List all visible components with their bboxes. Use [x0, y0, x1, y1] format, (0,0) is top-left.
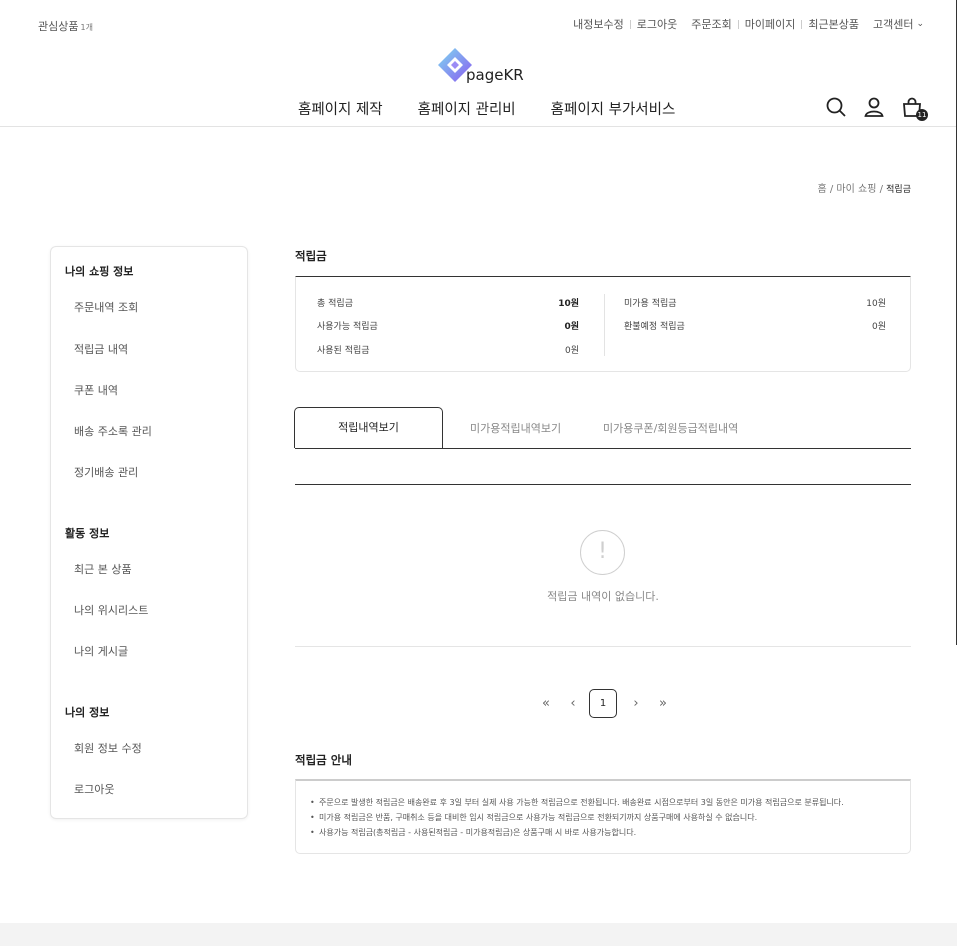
first-page-icon[interactable]: «: [535, 696, 557, 711]
sidebar-item-subscription[interactable]: 정기배송 관리: [74, 464, 138, 480]
site-logo[interactable]: pageKR: [437, 47, 527, 87]
last-page-icon[interactable]: »: [652, 696, 674, 711]
recent-products-link[interactable]: 최근본상품: [808, 16, 859, 32]
refund-mileage-label: 환불예정 적립금: [624, 322, 685, 332]
guide-item: 사용가능 적립금(총적립금 - 사용된적립금 - 미가용적립금)은 상품구매 시…: [310, 825, 910, 840]
total-mileage-label: 총 적립금: [317, 299, 353, 309]
sidebar-item-recent[interactable]: 최근 본 상품: [74, 561, 132, 577]
list-header-line: [295, 484, 911, 485]
nav-homepage-build[interactable]: 홈페이지 제작: [298, 98, 383, 119]
sidebar-item-edit-profile[interactable]: 회원 정보 수정: [74, 740, 142, 756]
sidebar-item-orders[interactable]: 주문내역 조회: [74, 299, 138, 315]
tab-unavailable-history[interactable]: 미가용적립내역보기: [470, 420, 561, 436]
unavailable-mileage-value: 10원: [866, 299, 886, 309]
pagination: « ‹ 1 › »: [535, 689, 679, 718]
unavailable-mileage-label: 미가용 적립금: [624, 299, 677, 309]
page-number[interactable]: 1: [589, 689, 617, 718]
nav-homepage-addons[interactable]: 홈페이지 부가서비스: [551, 98, 676, 119]
sidebar-item-posts[interactable]: 나의 게시글: [74, 643, 128, 659]
edit-profile-link[interactable]: 내정보수정: [573, 16, 624, 32]
sidebar-item-wishlist[interactable]: 나의 위시리스트: [74, 602, 148, 618]
next-page-icon[interactable]: ›: [625, 696, 647, 711]
mileage-summary: 총 적립금 10원 사용가능 적립금 0원 사용된 적립금 0원 미가용 적립금…: [295, 276, 911, 372]
support-link[interactable]: 고객센터: [873, 16, 913, 32]
list-footer-line: [295, 646, 911, 647]
sidebar-item-coupons[interactable]: 쿠폰 내역: [74, 382, 118, 398]
exclamation-icon: !: [580, 530, 625, 575]
chevron-down-icon: ⌄: [916, 19, 924, 29]
sidebar-heading-account: 나의 정보: [65, 706, 110, 719]
empty-message: 적립금 내역이 없습니다.: [547, 590, 659, 603]
logout-link[interactable]: 로그아웃: [637, 16, 677, 32]
tab-coupon-grade-history[interactable]: 미가용쿠폰/회원등급적립내역: [603, 420, 738, 436]
mileage-guide: 주문으로 발생한 적립금은 배송완료 후 3일 부터 실제 사용 가능한 적립금…: [295, 779, 911, 854]
tabs-underline: [295, 448, 911, 449]
breadcrumb-mypage[interactable]: 마이 쇼핑: [836, 184, 876, 195]
sidebar-item-mileage[interactable]: 적립금 내역: [74, 341, 128, 357]
cart-icon[interactable]: 11: [901, 96, 928, 121]
available-mileage-value: 0원: [564, 322, 579, 332]
prev-page-icon[interactable]: ‹: [562, 696, 584, 711]
divider: [629, 19, 631, 29]
mypage-link[interactable]: 마이페이지: [745, 16, 796, 32]
main-nav: 홈페이지 제작 홈페이지 관리비 홈페이지 부가서비스: [298, 98, 710, 119]
used-mileage-label: 사용된 적립금: [317, 346, 370, 356]
logo-text: pageKR: [466, 66, 524, 84]
breadcrumb: 홈 / 마이 쇼핑 / 적립금: [817, 184, 911, 195]
breadcrumb-home[interactable]: 홈: [817, 184, 826, 195]
mypage-sidebar: 나의 쇼핑 정보 주문내역 조회 적립금 내역 쿠폰 내역 배송 주소록 관리 …: [50, 246, 248, 819]
user-icon[interactable]: [863, 96, 885, 118]
tab-mileage-history[interactable]: 적립내역보기: [294, 407, 443, 448]
page-title: 적립금: [295, 249, 327, 263]
available-mileage-label: 사용가능 적립금: [317, 322, 378, 332]
cart-count-badge: 11: [916, 109, 928, 121]
refund-mileage-value: 0원: [871, 322, 886, 332]
wishlist-count: 1개: [80, 23, 93, 32]
guide-title: 적립금 안내: [295, 753, 352, 767]
used-mileage-value: 0원: [564, 346, 579, 356]
header-divider: [0, 126, 957, 127]
wishlist-link[interactable]: 관심상품 1개: [38, 18, 93, 34]
summary-divider: [604, 294, 605, 356]
sidebar-heading-activity: 활동 정보: [65, 527, 110, 540]
sidebar-item-addresses[interactable]: 배송 주소록 관리: [74, 423, 152, 439]
total-mileage-value: 10원: [558, 299, 579, 309]
header-icons: 11: [809, 96, 928, 121]
order-lookup-link[interactable]: 주문조회: [691, 16, 731, 32]
sidebar-item-logout[interactable]: 로그아웃: [74, 781, 114, 797]
wishlist-label: 관심상품: [38, 20, 79, 33]
divider: [801, 19, 803, 29]
util-nav: 내정보수정 로그아웃 주문조회 마이페이지 최근본상품 고객센터 ⌄: [573, 16, 924, 32]
search-icon[interactable]: [825, 96, 847, 118]
breadcrumb-current: 적립금: [886, 185, 911, 195]
sidebar-heading-shopping: 나의 쇼핑 정보: [65, 265, 134, 278]
footer: [0, 923, 957, 946]
guide-item: 미가용 적립금은 반품, 구매취소 등을 대비한 임시 적립금으로 사용가능 적…: [310, 810, 910, 825]
nav-homepage-maintenance[interactable]: 홈페이지 관리비: [418, 98, 516, 119]
guide-item: 주문으로 발생한 적립금은 배송완료 후 3일 부터 실제 사용 가능한 적립금…: [310, 795, 910, 810]
divider: [737, 19, 739, 29]
